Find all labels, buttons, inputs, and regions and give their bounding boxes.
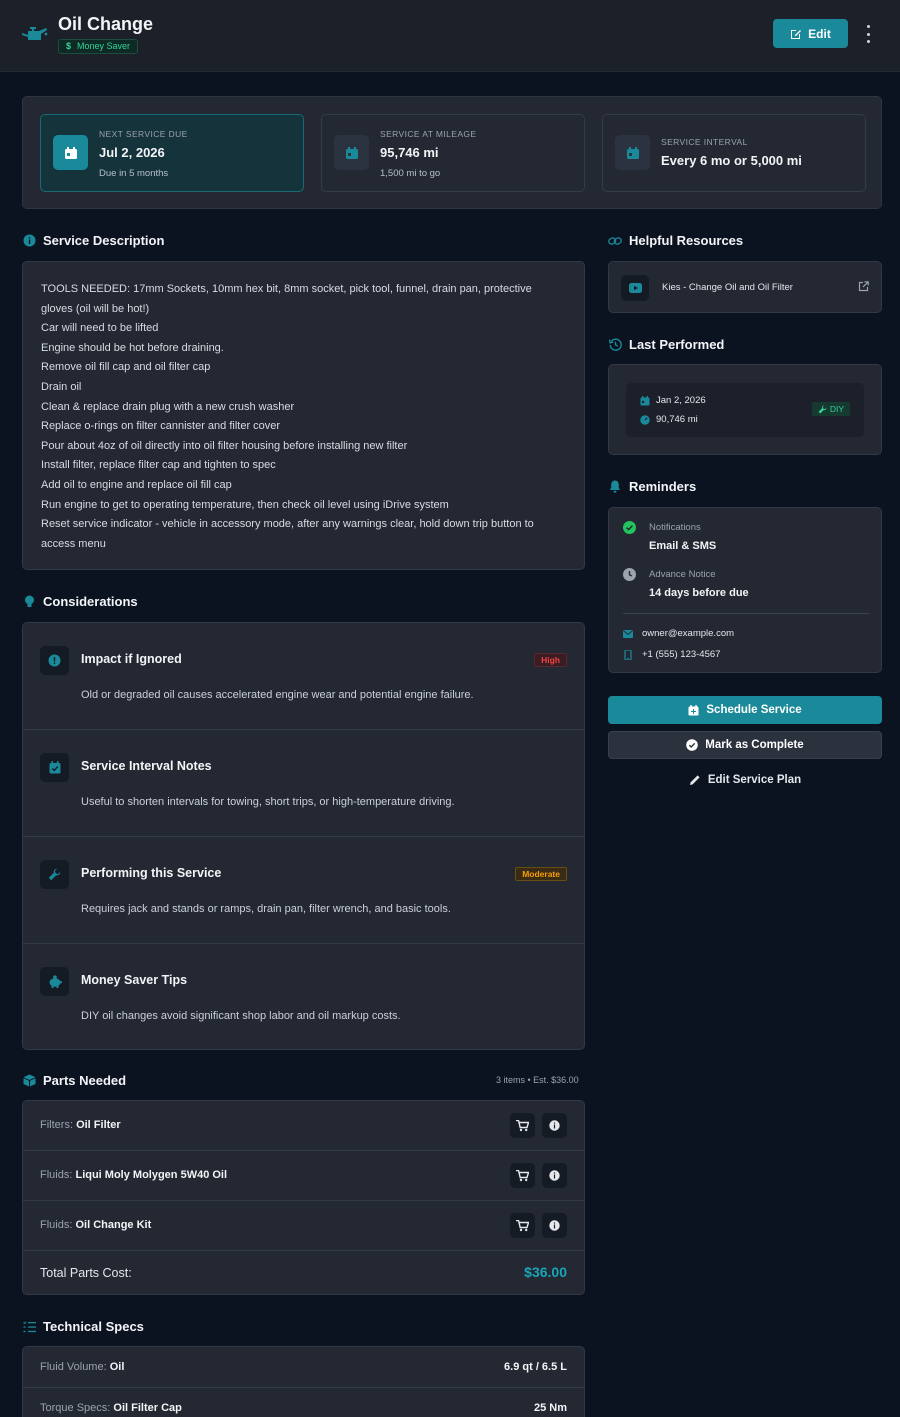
reminders-panel: Notifications Email & SMS Advance Notice… bbox=[608, 507, 882, 673]
consideration-impact: Impact if Ignored High Old or degraded o… bbox=[23, 623, 584, 730]
last-performed-date: Jan 2, 2026 bbox=[640, 395, 706, 406]
mobile-phone-icon bbox=[624, 649, 632, 660]
calendar-check-icon bbox=[40, 753, 69, 782]
info-icon[interactable] bbox=[542, 1213, 567, 1238]
service-description-heading: Service Description bbox=[22, 233, 164, 248]
calendar-plus-icon bbox=[688, 704, 699, 715]
description-line: Pour about 4oz of oil directly into oil … bbox=[41, 439, 408, 452]
last-performed-panel: Jan 2, 2026 90,746 mi DIY bbox=[608, 364, 882, 455]
link-icon bbox=[608, 234, 622, 248]
video-play-icon bbox=[621, 275, 649, 301]
reminder-email: owner@example.com bbox=[623, 628, 734, 639]
list-icon bbox=[22, 1320, 36, 1334]
service-description-panel: TOOLS NEEDED: 17mm Sockets, 10mm hex bit… bbox=[22, 261, 585, 570]
consideration-performing: Performing this Service Moderate Require… bbox=[23, 837, 584, 944]
check-circle-icon bbox=[686, 739, 699, 751]
severity-badge: High bbox=[534, 653, 567, 667]
calendar-icon bbox=[640, 395, 650, 405]
next-service-due-card: NEXT SERVICE DUE Jul 2, 2026 Due in 5 mo… bbox=[40, 114, 304, 192]
service-at-mileage-card: SERVICE AT MILEAGE 95,746 mi 1,500 mi to… bbox=[321, 114, 585, 192]
consideration-money-saver: Money Saver Tips DIY oil changes avoid s… bbox=[23, 944, 584, 1051]
edit-icon bbox=[791, 29, 802, 39]
external-link-icon bbox=[858, 281, 869, 292]
spec-row: Fluid Volume: Oil 6.9 qt / 6.5 L bbox=[23, 1347, 584, 1388]
helpful-resources-heading: Helpful Resources bbox=[608, 233, 743, 248]
wrench-icon bbox=[818, 405, 827, 413]
description-line: Replace o-rings on filter cannister and … bbox=[41, 420, 281, 433]
clock-icon bbox=[623, 568, 636, 581]
gauge-icon bbox=[640, 414, 650, 425]
part-row: Fluids: Oil Change Kit bbox=[23, 1201, 584, 1251]
description-line: Drain oil bbox=[41, 380, 82, 393]
cart-icon[interactable] bbox=[510, 1213, 535, 1238]
total-parts-value: $36.00 bbox=[524, 1264, 567, 1280]
schedule-service-button[interactable]: Schedule Service bbox=[608, 696, 882, 724]
description-line: Car will need to be lifted bbox=[41, 322, 159, 335]
money-saver-badge: $ Money Saver bbox=[58, 39, 139, 54]
edit-button[interactable]: Edit bbox=[773, 19, 848, 48]
last-performed-mileage: 90,746 mi bbox=[640, 414, 698, 425]
spec-row: Torque Specs: Oil Filter Cap 25 Nm bbox=[40, 1402, 567, 1414]
total-parts-label: Total Parts Cost: bbox=[40, 1266, 132, 1280]
service-interval-card: SERVICE INTERVAL Every 6 mo or 5,000 mi bbox=[602, 114, 866, 192]
lightbulb-icon bbox=[22, 595, 36, 609]
check-circle-icon bbox=[623, 521, 636, 534]
part-row: Filters: Oil Filter bbox=[23, 1101, 584, 1151]
part-row: Fluids: Liqui Moly Molygen 5W40 Oil bbox=[23, 1151, 584, 1201]
page-title: Oil Change bbox=[58, 14, 154, 34]
calendar-icon bbox=[53, 135, 88, 170]
service-summary: NEXT SERVICE DUE Jul 2, 2026 Due in 5 mo… bbox=[22, 96, 882, 209]
envelope-icon bbox=[623, 629, 633, 638]
dollar-icon: $ bbox=[66, 41, 72, 51]
parts-panel: Filters: Oil Filter Fluids: Liqui Moly M… bbox=[22, 1100, 585, 1295]
info-icon[interactable] bbox=[542, 1163, 567, 1188]
calendar-icon bbox=[615, 135, 650, 170]
wrench-icon bbox=[40, 860, 69, 889]
reminders-heading: Reminders bbox=[608, 479, 696, 494]
description-line: Engine should be hot before draining. bbox=[41, 341, 224, 354]
calendar-icon bbox=[334, 135, 369, 170]
mark-complete-button[interactable]: Mark as Complete bbox=[608, 731, 882, 759]
divider bbox=[623, 613, 869, 614]
info-icon bbox=[22, 234, 36, 248]
piggy-bank-icon bbox=[40, 967, 69, 996]
alert-circle-icon bbox=[40, 646, 69, 675]
bell-icon bbox=[608, 480, 622, 494]
edit-service-plan-link[interactable]: Edit Service Plan bbox=[608, 772, 882, 788]
parts-needed-heading: Parts Needed bbox=[22, 1073, 126, 1088]
description-line: Install filter, replace filter cap and t… bbox=[41, 459, 276, 472]
description-line: Clean & replace drain plug with a new cr… bbox=[41, 400, 295, 413]
description-line: Reset service indicator - vehicle in acc… bbox=[41, 518, 534, 550]
difficulty-badge: Moderate bbox=[515, 867, 567, 881]
reminder-phone: +1 (555) 123-4567 bbox=[623, 649, 720, 660]
app-header: Oil Change $ Money Saver Edit bbox=[0, 0, 900, 72]
box-icon bbox=[22, 1074, 36, 1088]
description-line: Run engine to get to operating temperatu… bbox=[41, 498, 449, 511]
cart-icon[interactable] bbox=[510, 1163, 535, 1188]
more-options-icon[interactable] bbox=[863, 25, 873, 43]
description-line: Add oil to engine and replace oil fill c… bbox=[41, 478, 232, 491]
description-line: TOOLS NEEDED: 17mm Sockets, 10mm hex bit… bbox=[41, 283, 532, 315]
considerations-panel: Impact if Ignored High Old or degraded o… bbox=[22, 622, 585, 1050]
cart-icon[interactable] bbox=[510, 1113, 535, 1138]
description-line: Remove oil fill cap and oil filter cap bbox=[41, 361, 211, 374]
last-performed-heading: Last Performed bbox=[608, 337, 724, 352]
pencil-icon bbox=[689, 775, 700, 785]
oil-can-icon bbox=[22, 27, 48, 40]
considerations-heading: Considerations bbox=[22, 594, 138, 609]
technical-specs-heading: Technical Specs bbox=[22, 1319, 144, 1334]
resource-link[interactable]: Kies - Change Oil and Oil Filter bbox=[608, 261, 882, 313]
info-icon[interactable] bbox=[542, 1113, 567, 1138]
technical-specs-panel: Fluid Volume: Oil 6.9 qt / 6.5 L Torque … bbox=[22, 1346, 585, 1417]
history-icon bbox=[608, 338, 622, 352]
parts-summary: 3 items • Est. $36.00 bbox=[496, 1075, 579, 1085]
diy-badge: DIY bbox=[811, 402, 850, 416]
consideration-interval-notes: Service Interval Notes Useful to shorten… bbox=[23, 730, 584, 837]
